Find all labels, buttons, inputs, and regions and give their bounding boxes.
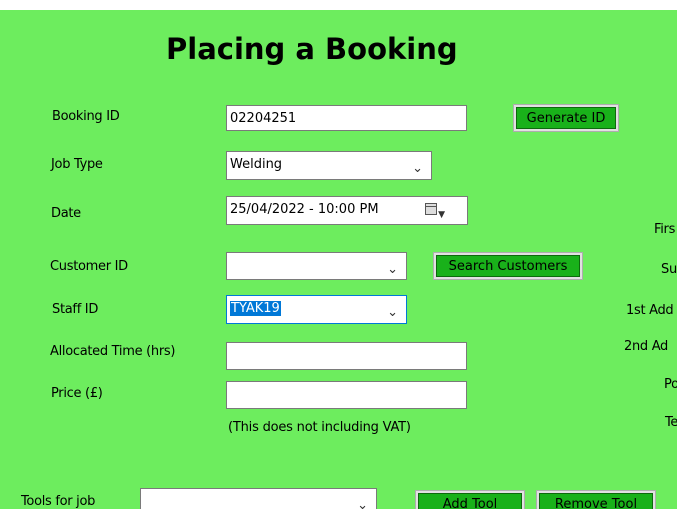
telephone-label: Te (665, 415, 677, 430)
remove-tool-button[interactable]: Remove Tool (536, 490, 656, 509)
date-picker[interactable]: 25/04/2022 - 10:00 PM ▼ (226, 196, 468, 225)
postcode-label: Po (664, 377, 677, 392)
search-customers-label: Search Customers (436, 255, 580, 277)
tools-select[interactable]: ⌄ (140, 488, 377, 509)
surname-label: Su (661, 262, 677, 277)
staff-id-value: TYAK19 (230, 301, 281, 316)
job-type-label: Job Type (51, 157, 103, 172)
tools-label: Tools for job (21, 494, 96, 509)
booking-form: Placing a Booking Booking ID 02204251 Ge… (0, 10, 677, 509)
search-customers-button[interactable]: Search Customers (433, 252, 583, 280)
job-type-value: Welding (230, 157, 283, 172)
vat-note: (This does not including VAT) (228, 420, 411, 435)
date-label: Date (51, 206, 81, 221)
address-line-1-label: 1st Add (626, 303, 674, 318)
generate-id-label: Generate ID (516, 107, 616, 129)
customer-id-label: Customer ID (50, 259, 128, 274)
booking-id-value: 02204251 (230, 111, 297, 126)
booking-id-label: Booking ID (52, 109, 120, 124)
booking-id-input[interactable]: 02204251 (226, 105, 467, 131)
dropdown-arrow-icon: ▼ (438, 210, 445, 220)
generate-id-button[interactable]: Generate ID (513, 104, 619, 132)
first-name-label: Firs (654, 222, 676, 237)
allocated-time-label: Allocated Time (hrs) (50, 344, 176, 359)
allocated-time-input[interactable] (226, 342, 467, 370)
page-title: Placing a Booking (166, 32, 458, 66)
price-input[interactable] (226, 381, 467, 409)
chevron-down-icon: ⌄ (387, 262, 398, 277)
job-type-select[interactable]: Welding ⌄ (226, 151, 432, 180)
customer-id-select[interactable]: ⌄ (226, 252, 407, 280)
add-tool-label: Add Tool (418, 493, 522, 509)
price-label: Price (£) (51, 386, 103, 401)
chevron-down-icon: ⌄ (357, 498, 368, 509)
add-tool-button[interactable]: Add Tool (415, 490, 525, 509)
chevron-down-icon: ⌄ (412, 161, 423, 176)
chevron-down-icon: ⌄ (387, 305, 398, 320)
date-value: 25/04/2022 - 10:00 PM (230, 202, 379, 217)
staff-id-select[interactable]: TYAK19 ⌄ (226, 295, 407, 324)
remove-tool-label: Remove Tool (539, 493, 653, 509)
staff-id-label: Staff ID (52, 302, 99, 317)
calendar-icon[interactable] (425, 203, 437, 215)
address-line-2-label: 2nd Ad (624, 339, 669, 354)
screen: Placing a Booking Booking ID 02204251 Ge… (0, 0, 677, 509)
